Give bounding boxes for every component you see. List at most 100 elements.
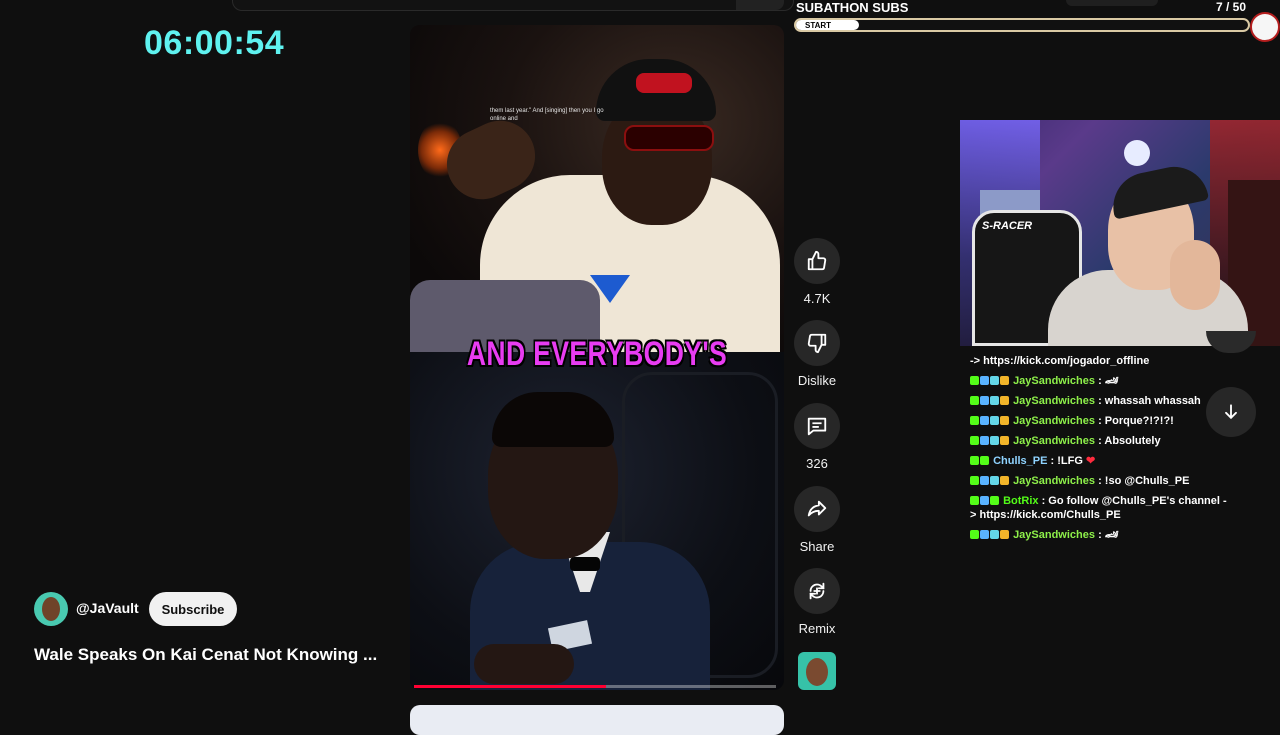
chat-text: : Absolutely xyxy=(1098,435,1161,447)
remix-icon xyxy=(809,582,825,600)
person2-hand xyxy=(474,644,574,684)
chat-message: JaySandwiches : whassah whassah xyxy=(970,394,1230,408)
badge-icon xyxy=(990,530,999,539)
badge-icon xyxy=(990,416,999,425)
webcam-balloon xyxy=(1124,140,1150,166)
chat-message: BotRix : Go follow @Chulls_PE's channel … xyxy=(970,494,1230,522)
video-scene-top: them last year." And [singing] then you … xyxy=(410,25,784,352)
remix-action: Remix xyxy=(794,568,840,636)
badge-icon xyxy=(970,476,979,485)
scroll-up-button[interactable] xyxy=(1206,331,1256,353)
chat-username[interactable]: JaySandwiches xyxy=(1013,435,1095,447)
dislike-label: Dislike xyxy=(797,373,837,388)
heart-emote-icon: ❤ xyxy=(1085,455,1096,467)
chat-message: JaySandwiches : !so @Chulls_PE xyxy=(970,474,1230,488)
badge-icon xyxy=(990,376,999,385)
badge-icon xyxy=(980,436,989,445)
chat-username[interactable]: Chulls_PE xyxy=(993,455,1047,467)
channel-handle[interactable]: @JaVault xyxy=(76,600,139,616)
streamer-hand xyxy=(1170,240,1220,310)
thumbs-down-icon xyxy=(807,333,827,354)
badge-icon xyxy=(970,396,979,405)
chat-username[interactable]: JaySandwiches xyxy=(1013,529,1095,541)
share-action: Share xyxy=(794,486,840,554)
webcam-feed: S-RACER xyxy=(960,120,1280,346)
cap-logo xyxy=(636,73,692,93)
badge-icon xyxy=(1000,396,1009,405)
badge-icon xyxy=(980,456,989,465)
chat-username[interactable]: JaySandwiches xyxy=(1013,415,1095,427)
short-video-player[interactable]: them last year." And [singing] then you … xyxy=(410,25,784,690)
search-button[interactable] xyxy=(736,0,784,10)
chat-message: JaySandwiches : Absolutely xyxy=(970,434,1230,448)
chat-username[interactable]: JaySandwiches xyxy=(1013,375,1095,387)
badge-icon xyxy=(970,376,979,385)
chat-text: -> https://kick.com/jogador_offline xyxy=(970,355,1150,367)
video-title[interactable]: Wale Speaks On Kai Cenat Not Knowing ... xyxy=(34,645,404,665)
chat-text: : Porque?!?!?! xyxy=(1098,415,1174,427)
badge-icon xyxy=(990,476,999,485)
remix-label: Remix xyxy=(798,621,836,636)
chat-username[interactable]: JaySandwiches xyxy=(1013,475,1095,487)
dislike-button[interactable] xyxy=(794,320,840,366)
chat-message: JaySandwiches : 🏎 xyxy=(970,528,1230,542)
sound-thumbnail-face xyxy=(806,658,828,686)
chat-username[interactable]: BotRix xyxy=(1003,495,1038,507)
badge-icon xyxy=(980,530,989,539)
share-label: Share xyxy=(799,539,835,554)
chat-message: JaySandwiches : Porque?!?!?! xyxy=(970,414,1230,428)
like-action: 4.7K xyxy=(794,238,840,306)
sound-thumbnail[interactable] xyxy=(798,652,836,690)
chat-text: : 🏎 xyxy=(1098,529,1119,541)
comments-action: 326 xyxy=(794,403,840,471)
chat-username[interactable]: JaySandwiches xyxy=(1013,395,1095,407)
like-button[interactable] xyxy=(794,238,840,284)
video-progress-bar[interactable] xyxy=(414,685,776,688)
badge-icon xyxy=(1000,376,1009,385)
chat-message: -> https://kick.com/jogador_offline xyxy=(970,354,1230,368)
chat-text: : !so @Chulls_PE xyxy=(1098,475,1190,487)
comment-icon xyxy=(807,417,827,436)
channel-avatar-face xyxy=(42,597,60,621)
channel-logo xyxy=(1250,12,1280,42)
chair-brand: S-RACER xyxy=(982,220,1033,232)
badge-icon xyxy=(970,456,979,465)
badge-icon xyxy=(1000,416,1009,425)
person2-bowtie xyxy=(570,557,600,571)
badge-icon xyxy=(980,476,989,485)
top-pill xyxy=(1066,0,1158,6)
chat-text: : 🏎 xyxy=(1098,375,1119,387)
badge-icon xyxy=(990,436,999,445)
badge-icon xyxy=(1000,436,1009,445)
badge-icon xyxy=(1000,476,1009,485)
comment-count: 326 xyxy=(806,456,828,471)
comments-button[interactable] xyxy=(794,403,840,449)
chat-list: -> https://kick.com/jogador_offline JayS… xyxy=(970,354,1230,548)
thumbs-up-icon xyxy=(807,250,827,271)
remix-button[interactable] xyxy=(794,568,840,614)
dislike-action: Dislike xyxy=(794,320,840,388)
badge-icon xyxy=(970,436,979,445)
chat-message: JaySandwiches : 🏎 xyxy=(970,374,1230,388)
share-icon xyxy=(807,500,827,517)
search-bar[interactable] xyxy=(232,0,794,11)
badge-icon xyxy=(980,416,989,425)
chat-message: Chulls_PE : !LFG ❤ xyxy=(970,454,1230,468)
badge-icon xyxy=(990,496,999,505)
channel-avatar[interactable] xyxy=(34,592,68,626)
subathon-title: SUBATHON SUBS xyxy=(796,0,909,15)
share-button[interactable] xyxy=(794,486,840,532)
badge-icon xyxy=(980,496,989,505)
subathon-count: 7 / 50 xyxy=(1216,0,1247,14)
badge-icon xyxy=(970,416,979,425)
subathon-progress-bar: START xyxy=(794,18,1250,32)
video-caption: AND EVERYBODY'S xyxy=(466,335,728,373)
inset-caption: them last year." And [singing] then you … xyxy=(490,108,604,122)
badge-icon xyxy=(980,396,989,405)
next-video-card[interactable] xyxy=(410,705,784,735)
chat-text: : whassah whassah xyxy=(1098,395,1201,407)
video-progress-fill xyxy=(414,685,606,688)
person2-hair xyxy=(492,392,614,447)
subscribe-button[interactable]: Subscribe xyxy=(149,592,237,626)
stream-timer: 06:00:54 xyxy=(144,24,285,62)
